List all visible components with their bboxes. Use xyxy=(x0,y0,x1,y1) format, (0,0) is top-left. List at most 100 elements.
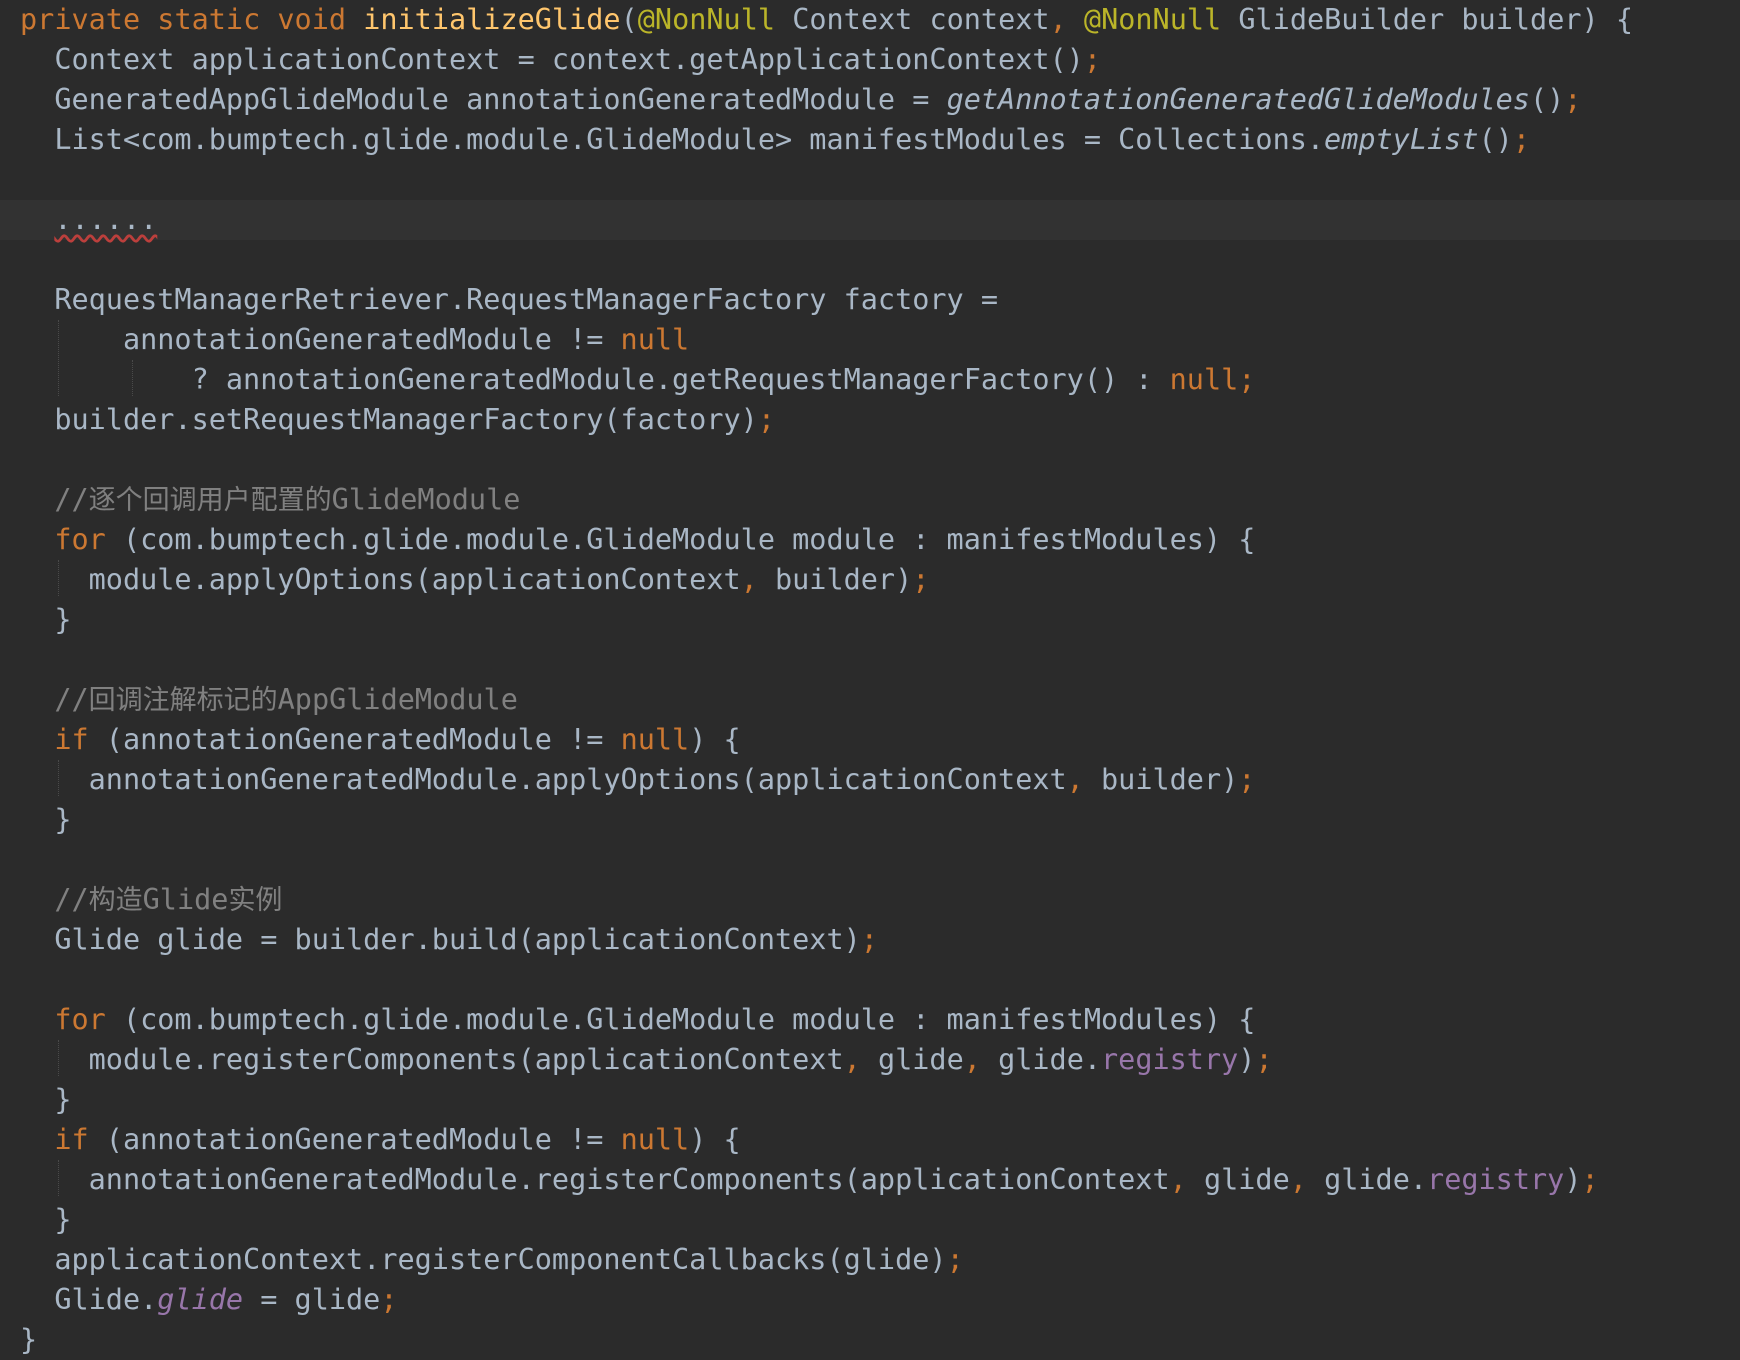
code-token: builder) xyxy=(774,563,913,596)
code-token: , xyxy=(740,563,775,596)
code-token: Context context xyxy=(792,3,1050,36)
code-line[interactable]: } xyxy=(0,600,1740,640)
code-token: ? annotationGeneratedModule.getRequestMa… xyxy=(20,363,1170,396)
line-text: } xyxy=(20,1200,71,1240)
code-token: ( xyxy=(620,3,638,36)
line-text: applicationContext.registerComponentCall… xyxy=(20,1240,964,1280)
code-editor[interactable]: private static void initializeGlide(@Non… xyxy=(0,0,1740,1360)
indent-guide xyxy=(58,1160,59,1196)
code-token: () xyxy=(1529,83,1565,116)
code-token: ; xyxy=(1564,83,1582,116)
code-token: ; xyxy=(1255,1043,1273,1076)
code-line[interactable]: for (com.bumptech.glide.module.GlideModu… xyxy=(0,520,1740,560)
line-text: //回调注解标记的AppGlideModule xyxy=(20,680,518,721)
code-token: emptyList xyxy=(1324,123,1479,156)
code-token: registry xyxy=(1101,1043,1239,1076)
code-token: = glide xyxy=(243,1283,381,1316)
code-token: annotationGeneratedModule.registerCompon… xyxy=(20,1163,1170,1196)
code-token: 回调注解标记的 xyxy=(88,685,278,716)
code-token: null xyxy=(620,1123,690,1156)
code-line[interactable]: if (annotationGeneratedModule != null) { xyxy=(0,1120,1740,1160)
code-token: RequestManagerRetriever.RequestManagerFa… xyxy=(20,283,999,316)
code-line[interactable]: List<com.bumptech.glide.module.GlideModu… xyxy=(0,120,1740,160)
code-token: ; xyxy=(946,1243,964,1276)
code-token: , xyxy=(1169,1163,1204,1196)
code-token: } xyxy=(20,803,72,836)
code-line[interactable]: //回调注解标记的AppGlideModule xyxy=(0,680,1740,720)
line-text: for (com.bumptech.glide.module.GlideModu… xyxy=(20,1000,1255,1040)
code-token: void xyxy=(277,3,364,36)
code-line[interactable]: applicationContext.registerComponentCall… xyxy=(0,1240,1740,1280)
code-line[interactable] xyxy=(0,440,1740,480)
code-line[interactable]: annotationGeneratedModule != null xyxy=(0,320,1740,360)
code-token: null; xyxy=(1169,363,1256,396)
code-token: glide xyxy=(877,1043,964,1076)
code-line[interactable]: module.registerComponents(applicationCon… xyxy=(0,1040,1740,1080)
code-token: for xyxy=(20,523,123,556)
code-token: , xyxy=(843,1043,878,1076)
code-line[interactable]: //构造Glide实例 xyxy=(0,880,1740,920)
code-line[interactable]: GeneratedAppGlideModule annotationGenera… xyxy=(0,80,1740,120)
code-line[interactable]: } xyxy=(0,1320,1740,1360)
code-line[interactable] xyxy=(0,840,1740,880)
code-line[interactable]: //逐个回调用户配置的GlideModule xyxy=(0,480,1740,520)
line-text: Glide glide = builder.build(applicationC… xyxy=(20,920,878,960)
code-token: Context applicationContext = context.get… xyxy=(20,43,1084,76)
code-token: null xyxy=(620,723,690,756)
code-token: glide. xyxy=(1324,1163,1428,1196)
code-token: (com.bumptech.glide.module.GlideModule m… xyxy=(122,523,1256,556)
code-line[interactable]: Context applicationContext = context.get… xyxy=(0,40,1740,80)
code-line[interactable] xyxy=(0,960,1740,1000)
code-token: AppGlideModule xyxy=(277,683,518,716)
code-line[interactable]: if (annotationGeneratedModule != null) { xyxy=(0,720,1740,760)
code-line[interactable]: for (com.bumptech.glide.module.GlideModu… xyxy=(0,1000,1740,1040)
line-text: module.registerComponents(applicationCon… xyxy=(20,1040,1273,1080)
line-text: annotationGeneratedModule != null xyxy=(20,320,689,360)
code-token: GeneratedAppGlideModule annotationGenera… xyxy=(20,83,947,116)
code-token: annotationGeneratedModule.applyOptions(a… xyxy=(20,763,1067,796)
indent-guide xyxy=(58,1040,59,1076)
code-token: // xyxy=(20,483,89,516)
code-token: initializeGlide xyxy=(363,3,621,36)
code-token: module.applyOptions(applicationContext xyxy=(20,563,741,596)
code-line[interactable]: RequestManagerRetriever.RequestManagerFa… xyxy=(0,280,1740,320)
code-token: } xyxy=(20,1203,72,1236)
code-token: () xyxy=(1478,123,1513,156)
line-text: annotationGeneratedModule.applyOptions(a… xyxy=(20,760,1256,800)
code-line[interactable] xyxy=(0,640,1740,680)
code-token: ) { xyxy=(689,723,741,756)
line-text: //构造Glide实例 xyxy=(20,880,282,921)
code-line[interactable]: Glide glide = builder.build(applicationC… xyxy=(0,920,1740,960)
line-text: List<com.bumptech.glide.module.GlideModu… xyxy=(20,120,1530,160)
line-text: GeneratedAppGlideModule annotationGenera… xyxy=(20,80,1581,120)
code-token: ...... xyxy=(54,203,158,236)
code-line[interactable] xyxy=(0,160,1740,200)
code-token: ; xyxy=(1512,123,1530,156)
code-line[interactable]: annotationGeneratedModule.registerCompon… xyxy=(0,1160,1740,1200)
code-token: } xyxy=(20,603,72,636)
code-line[interactable]: private static void initializeGlide(@Non… xyxy=(0,0,1740,40)
code-line[interactable]: annotationGeneratedModule.applyOptions(a… xyxy=(0,760,1740,800)
code-line[interactable]: } xyxy=(0,800,1740,840)
code-line[interactable]: builder.setRequestManagerFactory(factory… xyxy=(0,400,1740,440)
code-token: (annotationGeneratedModule != xyxy=(105,1123,621,1156)
code-token: 构造 xyxy=(88,885,143,916)
code-token: 逐个回调用户配置的 xyxy=(88,485,332,516)
line-text: module.applyOptions(applicationContext, … xyxy=(20,560,930,600)
code-line[interactable] xyxy=(0,240,1740,280)
code-token: if xyxy=(20,723,106,756)
code-line[interactable]: } xyxy=(0,1080,1740,1120)
code-token: module.registerComponents(applicationCon… xyxy=(20,1043,844,1076)
code-line[interactable]: Glide.glide = glide; xyxy=(0,1280,1740,1320)
code-line[interactable]: } xyxy=(0,1200,1740,1240)
code-token: GlideBuilder builder) { xyxy=(1238,3,1633,36)
line-text: //逐个回调用户配置的GlideModule xyxy=(20,480,520,521)
current-code-line[interactable]: ...... xyxy=(0,200,1740,240)
indent-guide xyxy=(58,320,59,396)
code-token: List<com.bumptech.glide.module.GlideModu… xyxy=(20,123,1325,156)
line-text: builder.setRequestManagerFactory(factory… xyxy=(20,400,775,440)
code-line[interactable]: ? annotationGeneratedModule.getRequestMa… xyxy=(0,360,1740,400)
line-text: for (com.bumptech.glide.module.GlideModu… xyxy=(20,520,1255,560)
code-line[interactable]: module.applyOptions(applicationContext, … xyxy=(0,560,1740,600)
